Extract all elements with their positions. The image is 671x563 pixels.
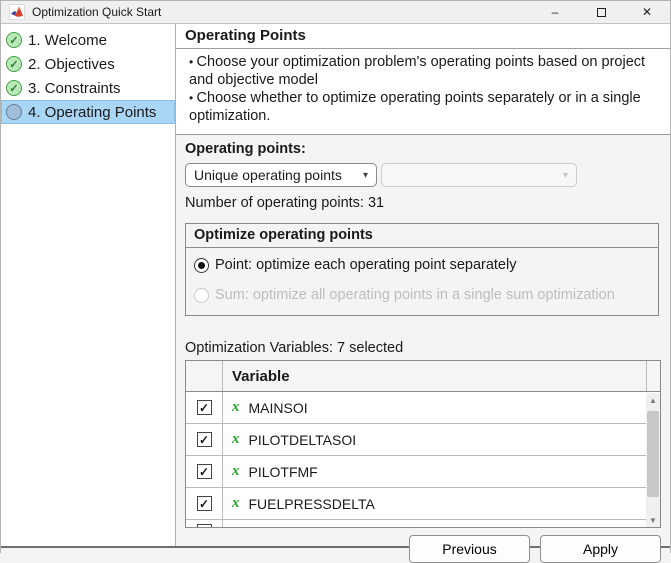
scroll-down-icon[interactable]: ▼ — [646, 513, 660, 527]
step-complete-icon: ✓ — [6, 32, 22, 48]
chevron-down-icon: ▾ — [362, 169, 368, 181]
checkbox-column-header — [186, 361, 223, 391]
description-bullet: Choose whether to optimize operating poi… — [185, 89, 661, 125]
matlab-icon — [9, 4, 25, 20]
table-row[interactable]: ✓ x PILOTDELTASOI — [186, 424, 660, 456]
sidebar-item-objectives[interactable]: ✓ 2. Objectives — [1, 52, 175, 76]
variables-table: Variable ✓ x MAINSOI ✓ x PILOTDELTASOI ✓ x… — [185, 360, 661, 528]
main-panel: Operating Points Choose your optimizatio… — [176, 24, 670, 563]
variable-name: PILOTDELTASOI — [248, 431, 357, 448]
minimize-button[interactable]: – — [532, 1, 578, 23]
operating-points-dropdown[interactable]: Unique operating points ▾ — [185, 163, 377, 187]
radio-point-label: Point: optimize each operating point sep… — [215, 257, 517, 273]
scrollbar-column-header — [646, 361, 660, 391]
chevron-down-icon: ▾ — [562, 169, 568, 181]
maximize-button[interactable] — [578, 1, 624, 23]
sidebar-item-welcome[interactable]: ✓ 1. Welcome — [1, 28, 175, 52]
radio-selected-icon[interactable] — [194, 257, 209, 273]
secondary-dropdown-disabled[interactable]: ▾ — [381, 163, 577, 187]
row-checkbox[interactable] — [196, 523, 212, 527]
table-row-partial[interactable] — [186, 520, 660, 527]
row-checkbox[interactable]: ✓ — [196, 400, 212, 415]
optimization-quick-start-window: Optimization Quick Start – ✕ ✓ 1. Welcom… — [0, 0, 671, 563]
row-checkbox[interactable]: ✓ — [196, 496, 212, 511]
operating-points-dropdown-row: Unique operating points ▾ ▾ — [185, 163, 661, 187]
description-bullet: Choose your optimization problem's opera… — [185, 53, 661, 89]
variable-x-icon: x — [232, 495, 240, 511]
titlebar: Optimization Quick Start – ✕ — [1, 1, 670, 24]
previous-button[interactable]: Previous — [409, 535, 530, 563]
variable-column-header: Variable — [232, 367, 290, 385]
variable-x-icon: x — [232, 463, 240, 479]
variable-x-icon: x — [232, 431, 240, 447]
variable-name: MAINSOI — [248, 399, 308, 416]
sidebar-item-label: 1. Welcome — [28, 31, 107, 49]
sidebar-item-label: 2. Objectives — [28, 55, 115, 73]
maximize-icon — [596, 7, 606, 17]
table-row[interactable]: ✓ x MAINSOI — [186, 392, 660, 424]
step-current-icon: ● — [6, 104, 22, 120]
variable-name: FUELPRESSDELTA — [248, 495, 375, 512]
variable-x-icon: x — [232, 399, 240, 415]
apply-button[interactable]: Apply — [540, 535, 661, 563]
table-scrollbar[interactable]: ▲ ▼ — [646, 393, 660, 527]
operating-points-label: Operating points: — [185, 141, 306, 157]
steps-sidebar: ✓ 1. Welcome ✓ 2. Objectives ✓ 3. Constr… — [1, 24, 176, 546]
dropdown-value: Unique operating points — [194, 167, 342, 183]
scrollbar-track[interactable] — [646, 407, 660, 513]
radio-point-row[interactable]: Point: optimize each operating point sep… — [194, 257, 650, 273]
table-header-row: Variable — [186, 361, 660, 392]
row-checkbox[interactable]: ✓ — [196, 464, 212, 479]
table-row[interactable]: ✓ x FUELPRESSDELTA — [186, 488, 660, 520]
operating-points-count: Number of operating points: 31 — [185, 195, 385, 211]
radio-sum-row[interactable]: Sum: optimize all operating points in a … — [194, 287, 650, 303]
footer-buttons: Previous Apply — [185, 535, 661, 563]
radio-unselected-icon[interactable] — [194, 287, 209, 303]
page-title: Operating Points — [176, 24, 670, 49]
content-area: Operating points: Unique operating point… — [176, 135, 670, 563]
scroll-up-icon[interactable]: ▲ — [646, 393, 660, 407]
sidebar-item-label: 3. Constraints — [28, 79, 121, 97]
window-title: Optimization Quick Start — [32, 5, 162, 19]
sidebar-item-constraints[interactable]: ✓ 3. Constraints — [1, 76, 175, 100]
variable-name: PILOTFMF — [248, 463, 318, 480]
page-description: Choose your optimization problem's opera… — [176, 49, 670, 135]
radio-sum-label: Sum: optimize all operating points in a … — [215, 287, 615, 303]
groupbox-body: Point: optimize each operating point sep… — [186, 248, 658, 315]
row-checkbox[interactable]: ✓ — [196, 432, 212, 447]
step-complete-icon: ✓ — [6, 56, 22, 72]
table-row[interactable]: ✓ x PILOTFMF — [186, 456, 660, 488]
sidebar-item-operating-points[interactable]: ● 4. Operating Points — [1, 100, 175, 124]
groupbox-title: Optimize operating points — [186, 224, 658, 248]
sidebar-item-label: 4. Operating Points — [28, 103, 157, 121]
optimization-variables-label: Optimization Variables: 7 selected — [185, 340, 404, 356]
step-complete-icon: ✓ — [6, 80, 22, 96]
optimize-operating-points-group: Optimize operating points Point: optimiz… — [185, 223, 659, 316]
scrollbar-thumb[interactable] — [647, 411, 659, 497]
close-button[interactable]: ✕ — [624, 1, 670, 23]
window-controls: – ✕ — [532, 1, 670, 23]
